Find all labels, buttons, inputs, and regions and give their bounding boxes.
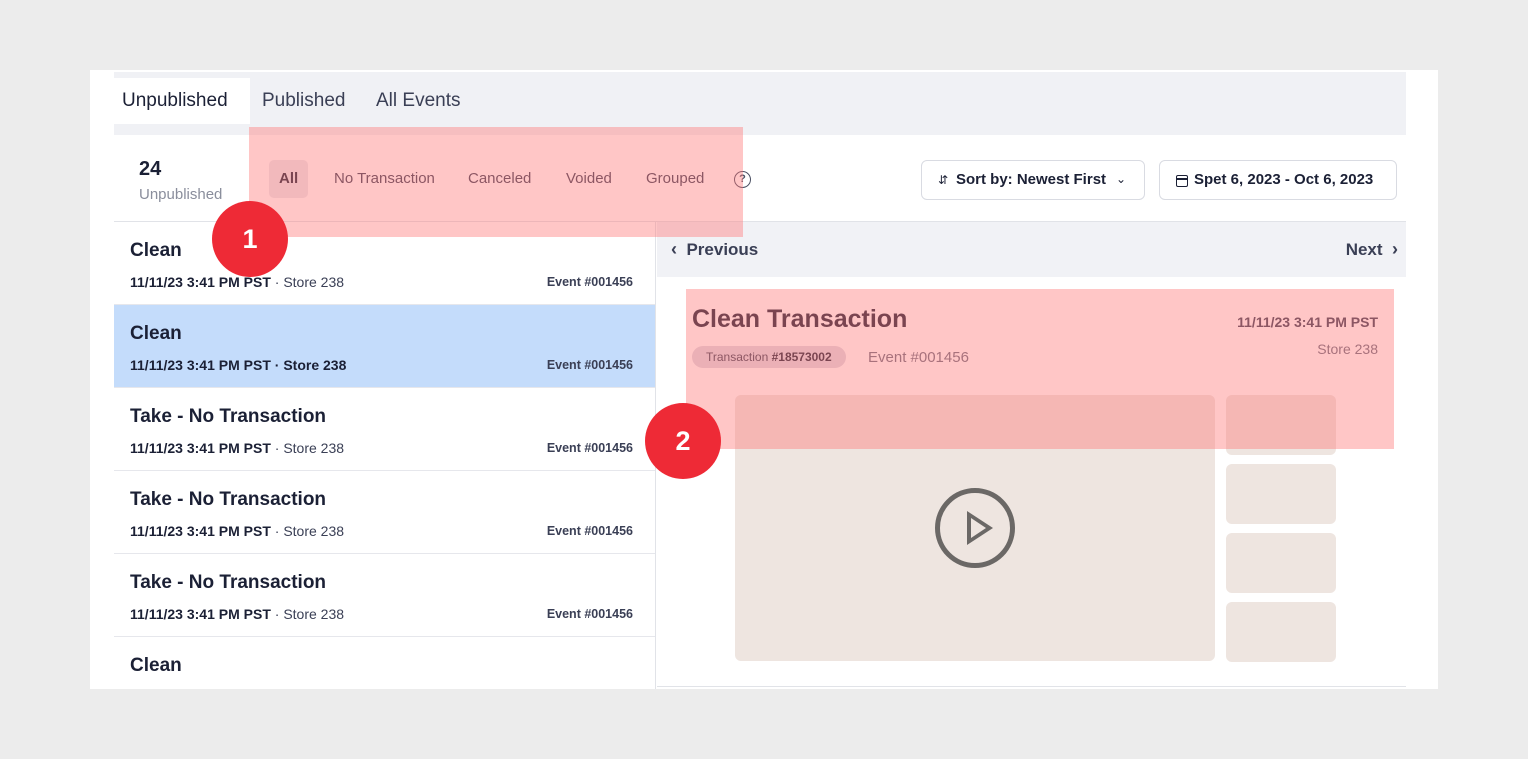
event-title: Take - No Transaction <box>130 489 327 510</box>
detail-datetime: 11/11/23 3:41 PM PST <box>1237 314 1378 330</box>
filter-all[interactable]: All <box>269 160 309 198</box>
list-item[interactable]: Clean 11/11/23 3:41 PM PST · Store 238 E… <box>114 222 655 305</box>
detail-event-id: Event #001456 <box>868 349 969 366</box>
event-meta: 11/11/23 3:41 PM PST · Store 238 <box>130 523 344 539</box>
tab-bar: Unpublished Published All Events <box>114 72 1406 135</box>
annotation-badge-1: 1 <box>212 201 288 277</box>
detail-nav-bar: ‹ Previous Next › <box>657 222 1406 277</box>
chevron-down-icon: ⌄ <box>1116 172 1127 186</box>
event-store: Store 238 <box>283 523 345 539</box>
transaction-prefix: Transaction <box>706 350 772 364</box>
app-frame: Unpublished Published All Events 24 Unpu… <box>90 70 1438 689</box>
filter-voided[interactable]: Voided <box>556 160 622 198</box>
next-label: Next <box>1345 240 1383 259</box>
event-title: Take - No Transaction <box>130 572 327 593</box>
play-icon[interactable] <box>935 488 1015 568</box>
tab-all-events[interactable]: All Events <box>368 78 468 124</box>
tab-unpublished[interactable]: Unpublished <box>114 78 250 124</box>
detail-bottom-divider <box>657 686 1406 687</box>
filter-grouped[interactable]: Grouped <box>636 160 714 198</box>
event-store: Store 238 <box>283 440 345 456</box>
chevron-left-icon: ‹ <box>671 239 677 259</box>
event-meta: 11/11/23 3:41 PM PST · Store 238 <box>130 440 344 456</box>
transaction-badge[interactable]: Transaction #18573002 <box>692 346 846 368</box>
calendar-icon <box>1176 175 1188 187</box>
event-meta: 11/11/23 3:41 PM PST · Store 238 <box>130 357 346 373</box>
event-detail-panel: ‹ Previous Next › Clean Transaction 11/1… <box>657 222 1406 689</box>
event-datetime: 11/11/23 3:41 PM PST <box>130 440 271 456</box>
filter-no-transaction[interactable]: No Transaction <box>324 160 445 198</box>
list-item[interactable]: Take - No Transaction 11/11/23 3:41 PM P… <box>114 554 655 637</box>
event-id: Event #001456 <box>546 358 633 372</box>
next-button[interactable]: Next › <box>1346 239 1398 260</box>
event-datetime: 11/11/23 3:41 PM PST <box>130 357 271 373</box>
meta-separator: · <box>270 440 284 456</box>
video-thumbnail[interactable] <box>1226 602 1336 662</box>
event-title: Clean <box>130 240 182 261</box>
list-item[interactable]: Clean <box>114 637 655 689</box>
event-meta: 11/11/23 3:41 PM PST · Store 238 <box>130 606 344 622</box>
list-item[interactable]: Take - No Transaction 11/11/23 3:41 PM P… <box>114 471 655 554</box>
list-item[interactable]: Take - No Transaction 11/11/23 3:41 PM P… <box>114 388 655 471</box>
sort-dropdown[interactable]: ⇵ Sort by: Newest First ⌄ <box>921 160 1145 200</box>
unpublished-count-label: Unpublished <box>139 186 223 203</box>
event-list: Clean 11/11/23 3:41 PM PST · Store 238 E… <box>114 222 656 689</box>
sort-icon: ⇵ <box>938 173 949 187</box>
date-range-label: Spet 6, 2023 - Oct 6, 2023 <box>1194 171 1374 188</box>
date-range-picker[interactable]: Spet 6, 2023 - Oct 6, 2023 <box>1159 160 1397 200</box>
chevron-right-icon: › <box>1392 239 1398 259</box>
sort-label: Sort by: Newest First <box>956 171 1107 188</box>
tab-published[interactable]: Published <box>254 78 353 124</box>
meta-separator: · <box>270 523 284 539</box>
event-id: Event #001456 <box>546 441 633 455</box>
event-store: Store 238 <box>283 357 347 373</box>
event-store: Store 238 <box>283 606 345 622</box>
event-id: Event #001456 <box>546 524 633 538</box>
unpublished-count: 24 <box>139 158 162 180</box>
event-meta: 11/11/23 3:41 PM PST · Store 238 <box>130 274 344 290</box>
video-thumbnail[interactable] <box>1226 395 1336 455</box>
meta-separator: · <box>270 606 284 622</box>
video-player[interactable] <box>735 395 1215 661</box>
filter-canceled[interactable]: Canceled <box>458 160 541 198</box>
event-datetime: 11/11/23 3:41 PM PST <box>130 606 271 622</box>
detail-store: Store 238 <box>1317 341 1378 357</box>
event-title: Clean <box>130 655 182 676</box>
video-thumbnail[interactable] <box>1226 464 1336 524</box>
annotation-badge-2: 2 <box>645 403 721 479</box>
event-store: Store 238 <box>283 274 345 290</box>
list-item-selected[interactable]: Clean 11/11/23 3:41 PM PST · Store 238 E… <box>114 305 655 388</box>
previous-label: Previous <box>686 240 759 259</box>
event-title: Clean <box>130 323 182 344</box>
event-id: Event #001456 <box>546 607 633 621</box>
event-datetime: 11/11/23 3:41 PM PST <box>130 523 271 539</box>
help-icon[interactable]: ? <box>734 171 751 188</box>
meta-separator: · <box>270 274 284 290</box>
event-title: Take - No Transaction <box>130 406 327 427</box>
meta-separator: · <box>270 357 284 373</box>
event-id: Event #001456 <box>546 275 633 289</box>
video-thumbnail[interactable] <box>1226 533 1336 593</box>
previous-button[interactable]: ‹ Previous <box>671 239 758 260</box>
detail-title: Clean Transaction <box>692 305 908 333</box>
transaction-id: #18573002 <box>771 350 832 364</box>
